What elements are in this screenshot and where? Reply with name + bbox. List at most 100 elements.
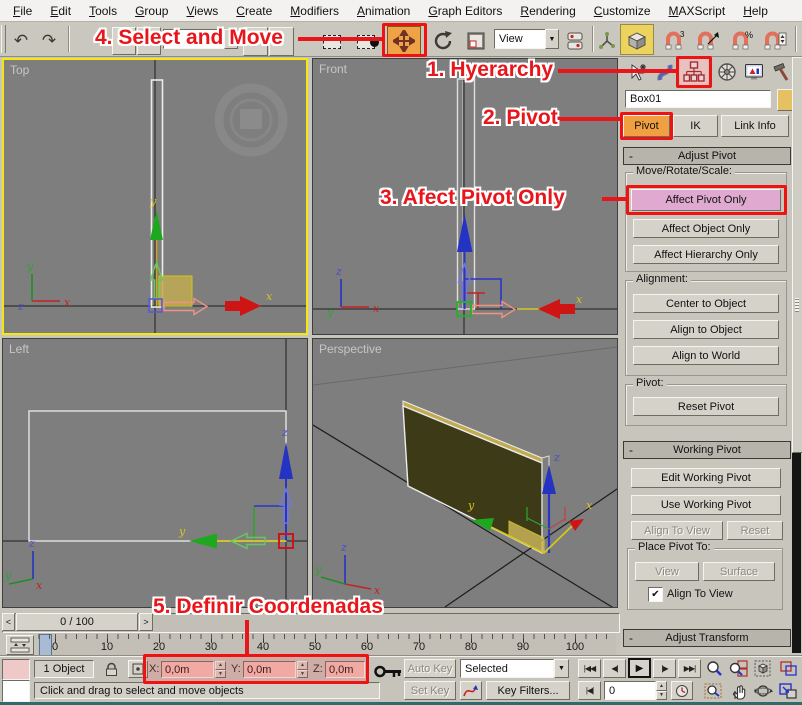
menu-modifiers[interactable]: Modifiers bbox=[281, 1, 348, 21]
absolute-offset-mode-toggle[interactable] bbox=[128, 660, 148, 678]
toolbar-grip[interactable] bbox=[1, 25, 6, 53]
undo-button[interactable]: ↶ bbox=[8, 26, 34, 54]
viewport-perspective[interactable]: z y x z y x Perspective bbox=[312, 338, 618, 608]
z-coordinate-field[interactable]: 0,0m bbox=[325, 661, 365, 678]
previous-frame-button[interactable]: ◀| bbox=[603, 659, 626, 678]
working-pivot-rollout-header[interactable]: -Working Pivot bbox=[623, 441, 791, 459]
go-to-end-button[interactable]: ▶▶| bbox=[678, 659, 701, 678]
rectangular-selection-region-button[interactable] bbox=[318, 28, 346, 55]
zoom-button[interactable] bbox=[702, 658, 725, 678]
use-working-pivot-button[interactable]: Use Working Pivot bbox=[631, 495, 781, 515]
use-pivot-point-center-button[interactable] bbox=[562, 27, 588, 54]
percent-snap-toggle-button[interactable]: % bbox=[728, 26, 756, 55]
menu-group[interactable]: Group bbox=[126, 1, 177, 21]
window-crossing-toggle-button[interactable] bbox=[352, 28, 380, 55]
viewport-left[interactable]: y z z y x Left bbox=[2, 338, 308, 608]
menu-graph-editors[interactable]: Graph Editors bbox=[419, 1, 511, 21]
spinner-snap-toggle-button[interactable] bbox=[760, 26, 790, 55]
edit-working-pivot-button[interactable]: Edit Working Pivot bbox=[631, 468, 781, 488]
redo-button[interactable]: ↷ bbox=[36, 26, 62, 54]
current-frame-marker[interactable] bbox=[39, 634, 52, 657]
pan-view-button[interactable] bbox=[727, 681, 750, 701]
link-info-tab-button[interactable]: Link Info bbox=[721, 115, 789, 137]
snap-toggle-3d-button[interactable]: 3 bbox=[660, 26, 688, 55]
affect-hierarchy-only-button[interactable]: Affect Hierarchy Only bbox=[633, 245, 779, 264]
time-slider-next-button[interactable]: > bbox=[139, 613, 153, 631]
pivot-tab-button[interactable]: Pivot bbox=[623, 115, 670, 137]
default-in-out-tangent-button[interactable] bbox=[460, 681, 482, 700]
affect-pivot-only-button[interactable]: Affect Pivot Only bbox=[631, 189, 781, 211]
viewport-perspective-label[interactable]: Perspective bbox=[319, 342, 382, 356]
tab-motion[interactable] bbox=[714, 59, 740, 85]
reference-coordinate-system-dropdown[interactable]: View bbox=[494, 29, 550, 49]
select-and-manipulate-button[interactable] bbox=[596, 27, 618, 54]
align-to-view-button[interactable]: Align To View bbox=[631, 521, 723, 540]
x-coordinate-spinner[interactable]: ▲▼ bbox=[215, 661, 226, 678]
auto-key-button[interactable]: Auto Key bbox=[404, 659, 456, 678]
affect-object-only-button[interactable]: Affect Object Only bbox=[633, 219, 779, 238]
zoom-region-button[interactable] bbox=[702, 681, 725, 701]
maxscript-mini-listener-white[interactable] bbox=[2, 680, 30, 702]
key-filter-set-arrow[interactable]: ▼ bbox=[554, 659, 569, 678]
tab-utilities[interactable] bbox=[768, 59, 794, 85]
menu-help[interactable]: Help bbox=[734, 1, 777, 21]
menu-customize[interactable]: Customize bbox=[585, 1, 660, 21]
tab-create[interactable] bbox=[625, 59, 651, 85]
maxscript-mini-listener-pink[interactable] bbox=[2, 659, 30, 680]
viewport-front-label[interactable]: Front bbox=[319, 62, 347, 76]
panel-scrollbar-thumb[interactable] bbox=[792, 57, 802, 453]
key-filters-button[interactable]: Key Filters... bbox=[486, 681, 570, 700]
place-pivot-view-button[interactable]: View bbox=[635, 562, 699, 581]
place-pivot-surface-button[interactable]: Surface bbox=[703, 562, 775, 581]
set-key-button[interactable]: Set Key bbox=[404, 681, 456, 700]
play-animation-button[interactable]: ▶ bbox=[628, 658, 651, 678]
reset-working-pivot-button[interactable]: Reset bbox=[727, 521, 783, 540]
adjust-transform-rollout-header[interactable]: -Adjust Transform bbox=[623, 629, 791, 647]
align-to-world-button[interactable]: Align to World bbox=[633, 346, 779, 365]
adjust-pivot-rollout-header[interactable]: -Adjust Pivot bbox=[623, 147, 791, 165]
next-frame-button[interactable]: |▶ bbox=[653, 659, 676, 678]
zoom-extents-all-button[interactable] bbox=[777, 658, 800, 678]
snaps-toggle-button[interactable] bbox=[620, 24, 654, 55]
menu-create[interactable]: Create bbox=[227, 1, 281, 21]
time-slider-prev-button[interactable]: < bbox=[2, 613, 15, 631]
open-mini-curve-editor-button[interactable] bbox=[6, 635, 34, 655]
arc-rotate-button[interactable] bbox=[752, 681, 775, 701]
tab-hierarchy[interactable] bbox=[680, 59, 708, 85]
align-to-view-checkbox[interactable]: ✔ bbox=[648, 587, 663, 602]
select-and-move-button[interactable] bbox=[387, 26, 421, 55]
object-name-field[interactable]: Box01 bbox=[625, 90, 771, 108]
track-bar-ruler[interactable]: 0 10 20 30 40 50 60 70 80 90 100 bbox=[38, 633, 616, 657]
maximize-viewport-toggle-button[interactable] bbox=[777, 681, 800, 701]
reset-pivot-button[interactable]: Reset Pivot bbox=[633, 397, 779, 416]
tab-modify[interactable] bbox=[652, 59, 678, 85]
x-coordinate-field[interactable]: 0,0m bbox=[161, 661, 214, 678]
tab-display[interactable] bbox=[741, 59, 767, 85]
current-frame-spinner[interactable]: ▲▼ bbox=[656, 681, 667, 700]
go-to-start-button[interactable]: |◀◀ bbox=[578, 659, 601, 678]
center-to-object-button[interactable]: Center to Object bbox=[633, 294, 779, 313]
y-coordinate-field[interactable]: 0,0m bbox=[243, 661, 296, 678]
align-to-object-button[interactable]: Align to Object bbox=[633, 320, 779, 339]
time-configuration-button[interactable] bbox=[671, 681, 693, 700]
selection-lock-toggle[interactable] bbox=[100, 660, 122, 678]
select-and-rotate-button[interactable] bbox=[428, 26, 458, 55]
key-filter-set-dropdown[interactable]: Selected bbox=[460, 659, 554, 678]
menu-file[interactable]: File bbox=[4, 1, 41, 21]
key-mode-toggle-button[interactable]: |◀| bbox=[578, 681, 601, 700]
time-slider-thumb[interactable]: 0 / 100 bbox=[16, 613, 138, 631]
select-and-scale-button[interactable] bbox=[462, 26, 490, 55]
viewport-left-label[interactable]: Left bbox=[9, 342, 29, 356]
current-frame-field[interactable]: 0 bbox=[604, 681, 656, 700]
zoom-all-button[interactable] bbox=[727, 658, 750, 678]
viewport-top[interactable]: x y y x z Top bbox=[2, 58, 308, 335]
menu-tools[interactable]: Tools bbox=[80, 1, 126, 21]
viewport-top-label[interactable]: Top bbox=[10, 63, 29, 77]
ik-tab-button[interactable]: IK bbox=[673, 115, 718, 137]
angle-snap-toggle-button[interactable] bbox=[693, 26, 723, 55]
y-coordinate-spinner[interactable]: ▲▼ bbox=[297, 661, 308, 678]
menu-rendering[interactable]: Rendering bbox=[511, 1, 584, 21]
menu-maxscript[interactable]: MAXScript bbox=[660, 1, 735, 21]
zoom-extents-button[interactable] bbox=[752, 658, 775, 678]
menu-animation[interactable]: Animation bbox=[348, 1, 419, 21]
